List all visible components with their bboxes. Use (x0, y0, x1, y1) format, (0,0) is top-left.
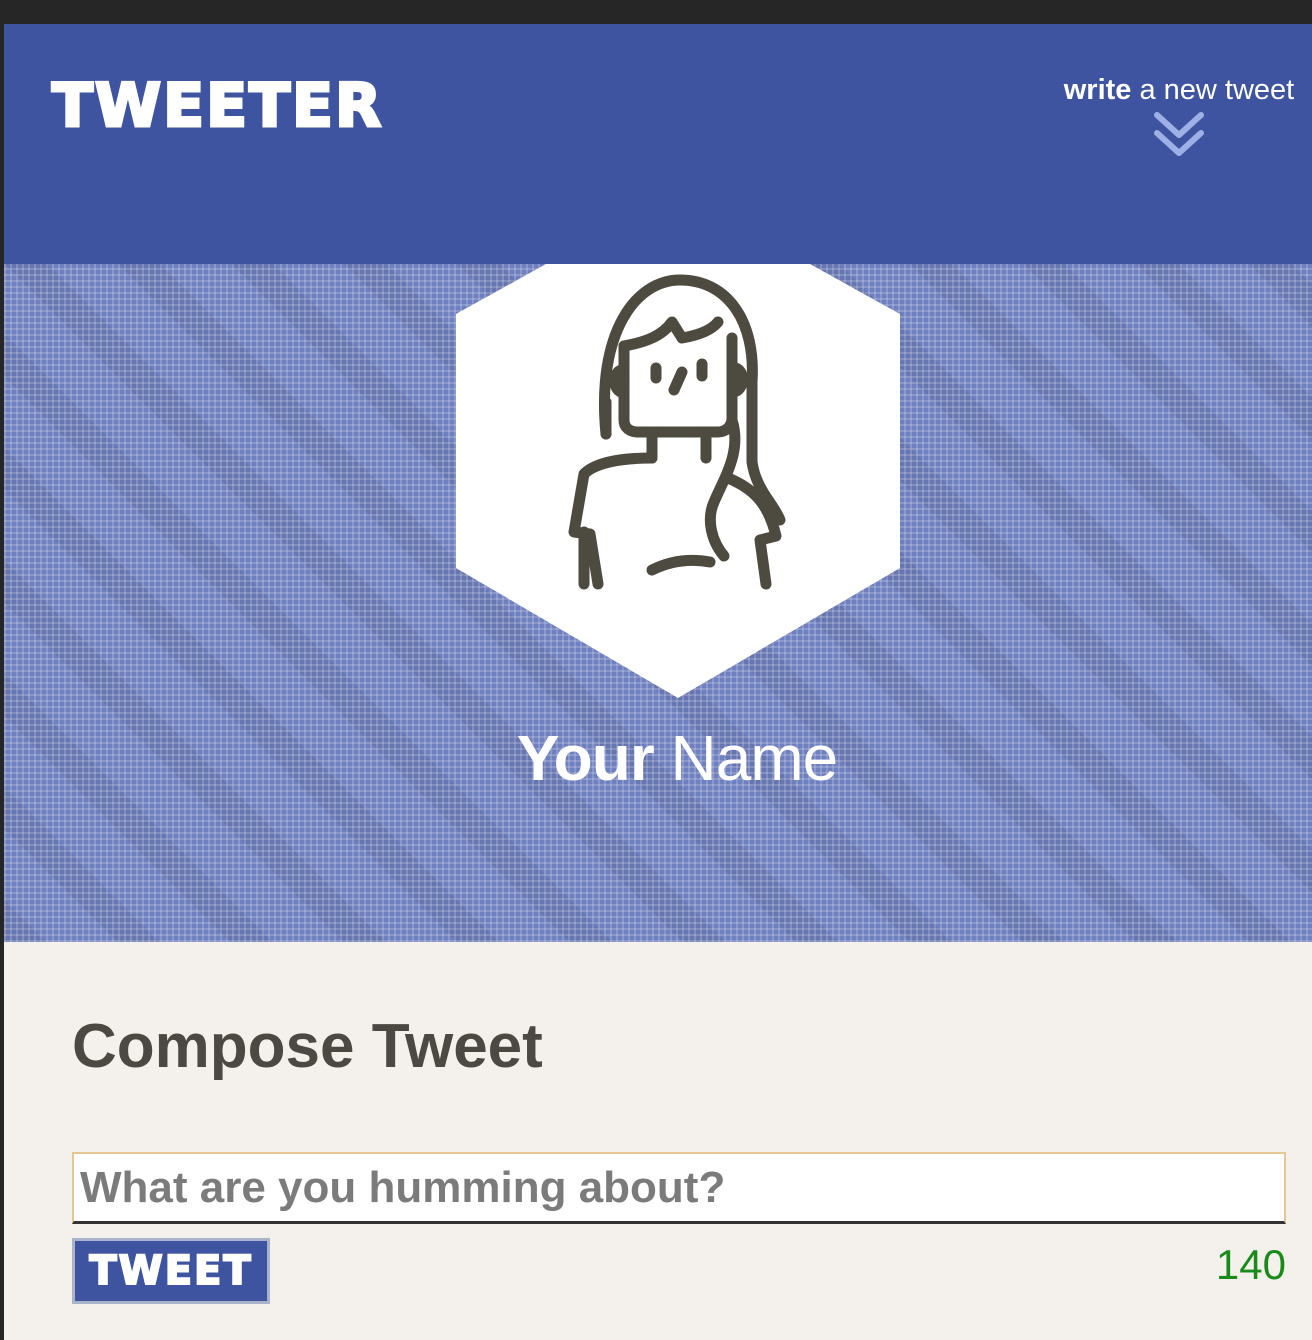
tweet-button[interactable]: TWEET (72, 1238, 270, 1304)
compose-toggle-strong: write (1063, 74, 1132, 106)
tweet-input[interactable] (72, 1152, 1286, 1224)
character-counter: 140 (1215, 1241, 1286, 1288)
nav-bar: TWEETER write a new tweet (4, 24, 1312, 264)
profile-name: Your Name (4, 726, 1312, 790)
user-avatar-icon (456, 264, 900, 698)
compose-section: Compose Tweet TWEET 140 (72, 1012, 1286, 1304)
profile-name-last: Name (653, 722, 839, 794)
brand-logo[interactable]: TWEETER (50, 75, 383, 138)
double-chevron-down-icon (1154, 112, 1204, 156)
profile-name-first: Your (516, 722, 655, 794)
compose-toggle-button[interactable]: write a new tweet (1054, 76, 1304, 161)
compose-toggle-label: write a new tweet (1054, 76, 1304, 105)
page: TWEETER write a new tweet Your Name Comp… (4, 24, 1312, 1340)
profile-header: Your Name (4, 264, 1312, 942)
compose-title: Compose Tweet (72, 1012, 543, 1081)
compose-toggle-rest: a new tweet (1131, 74, 1295, 106)
